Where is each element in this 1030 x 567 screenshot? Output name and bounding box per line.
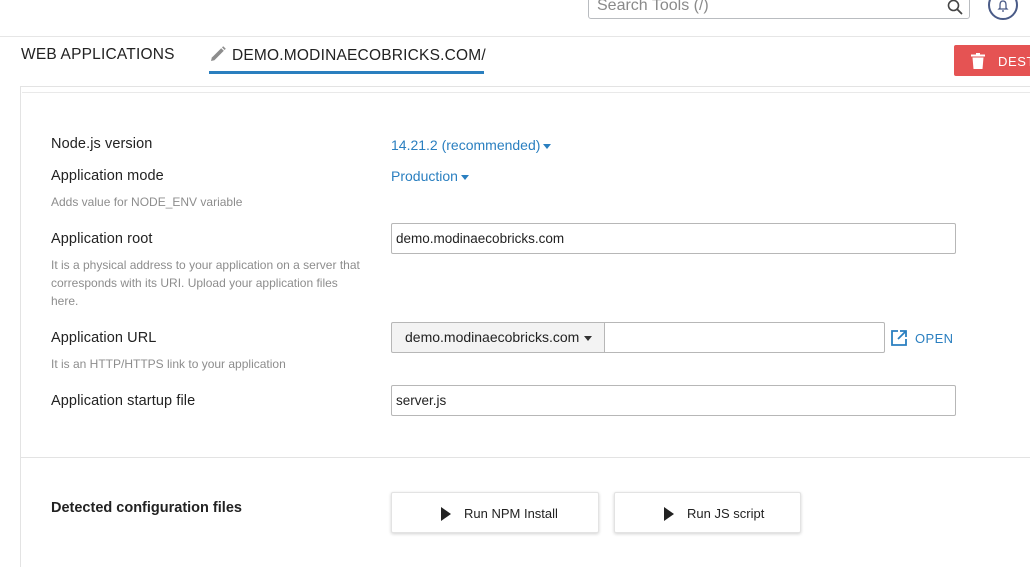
section-divider — [21, 457, 1030, 458]
config-files-title: Detected configuration files — [51, 500, 242, 516]
breadcrumb-web-applications[interactable]: WEB APPLICATIONS — [21, 46, 175, 64]
startup-file-label: Application startup file — [51, 393, 196, 409]
trash-icon — [971, 53, 985, 69]
app-url-path-field[interactable] — [604, 322, 885, 353]
bell-icon — [997, 0, 1009, 12]
app-mode-dropdown[interactable]: Production — [391, 168, 469, 184]
chevron-down-icon — [460, 174, 469, 180]
app-mode-value: Production — [391, 168, 458, 184]
app-url-hint: It is an HTTP/HTTPS link to your applica… — [51, 357, 286, 371]
search-tools-box[interactable] — [588, 0, 970, 19]
app-root-input[interactable] — [396, 231, 931, 246]
chevron-down-icon — [543, 143, 552, 149]
startup-file-field[interactable] — [391, 385, 956, 416]
run-js-script-button[interactable]: Run JS script — [614, 492, 801, 533]
node-version-value: 14.21.2 (recommended) — [391, 137, 541, 153]
run-npm-install-button[interactable]: Run NPM Install — [391, 492, 599, 533]
app-root-hint: It is a physical address to your applica… — [51, 258, 360, 308]
app-url-label: Application URL — [51, 330, 157, 346]
destroy-button[interactable]: DESTROY — [954, 45, 1030, 76]
app-root-field[interactable] — [391, 223, 956, 254]
notifications-button[interactable] — [988, 0, 1018, 20]
node-version-label: Node.js version — [51, 136, 153, 152]
run-npm-install-label: Run NPM Install — [464, 506, 558, 521]
play-icon — [441, 507, 451, 521]
app-url-domain-dropdown[interactable]: demo.modinaecobricks.com — [391, 322, 605, 353]
chevron-down-icon — [584, 336, 592, 341]
search-icon[interactable] — [947, 0, 963, 15]
node-version-dropdown[interactable]: 14.21.2 (recommended) — [391, 137, 552, 153]
open-link-label: OPEN — [915, 331, 954, 346]
search-tools-input[interactable] — [597, 0, 927, 15]
run-js-script-label: Run JS script — [687, 506, 765, 521]
play-icon — [664, 507, 674, 521]
app-url-path-input[interactable] — [609, 330, 875, 345]
active-tab-underline — [209, 71, 484, 74]
app-mode-label: Application mode — [51, 168, 164, 184]
top-bar — [0, 0, 1030, 37]
startup-file-input[interactable] — [396, 393, 931, 408]
breadcrumb-current-label: DEMO.MODINAECOBRICKS.COM/ — [232, 47, 486, 64]
external-link-icon — [891, 330, 907, 346]
pencil-icon — [211, 46, 226, 61]
app-root-label: Application root — [51, 231, 153, 247]
destroy-label: DESTROY — [998, 54, 1030, 69]
panel-top-divider — [22, 92, 1030, 93]
app-mode-hint: Adds value for NODE_ENV variable — [51, 195, 243, 209]
app-url-domain-value: demo.modinaecobricks.com — [405, 329, 580, 345]
